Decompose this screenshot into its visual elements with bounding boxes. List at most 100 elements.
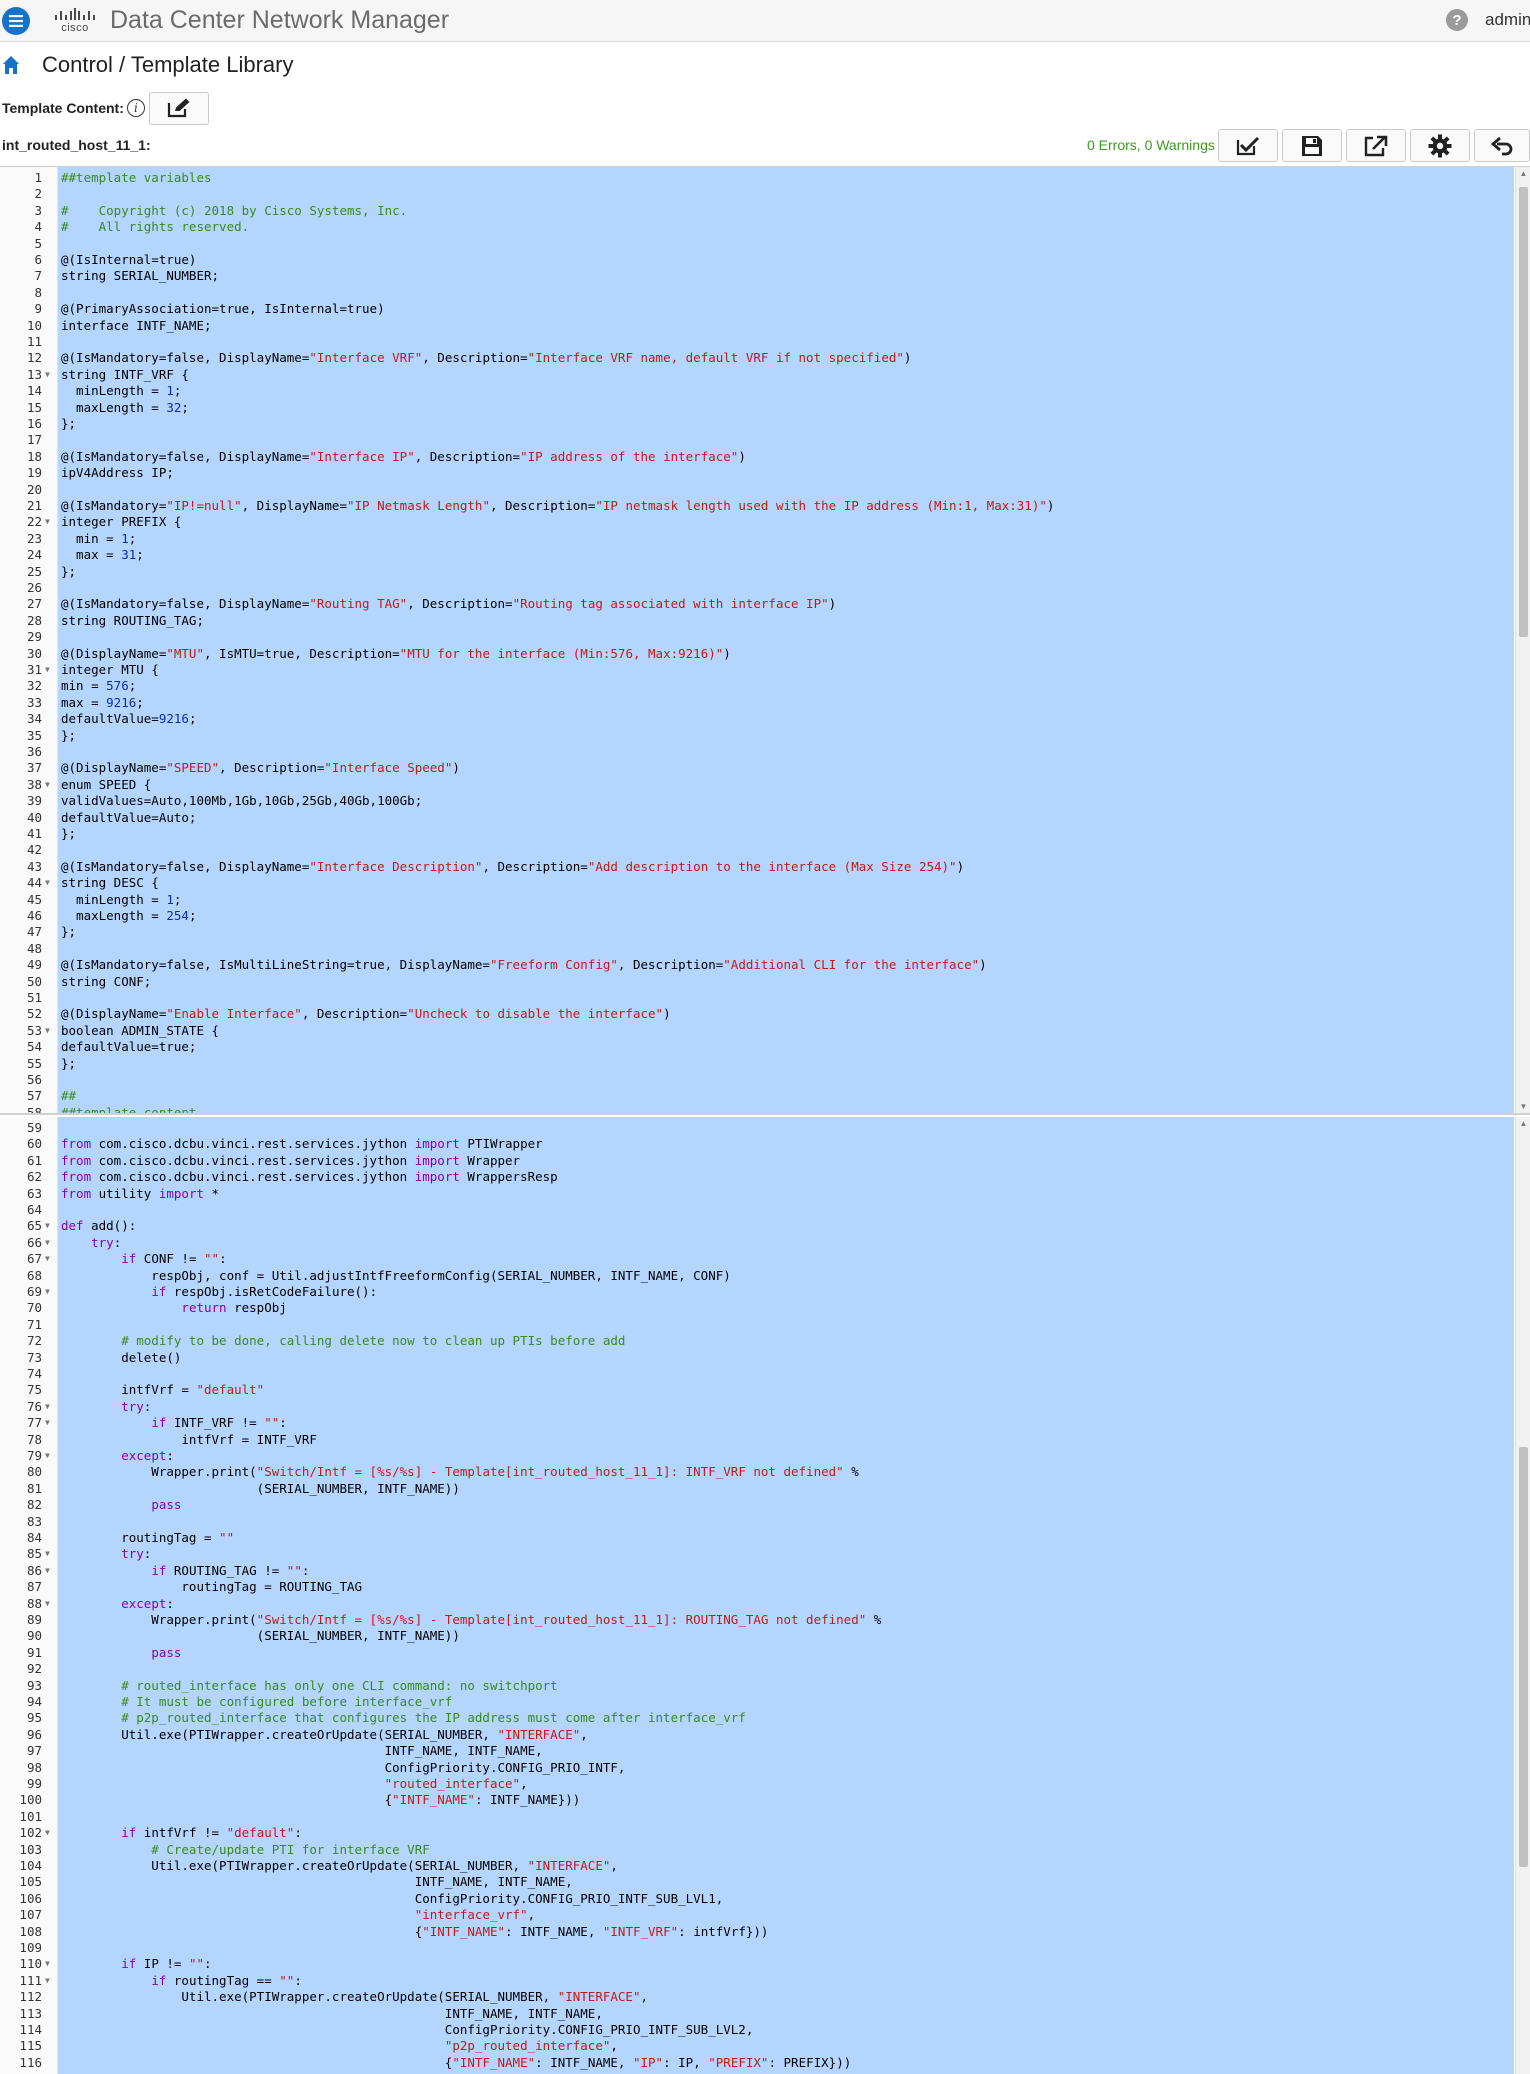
scroll-down-icon[interactable]: ▼ — [1519, 1102, 1528, 1111]
hamburger-menu-icon[interactable] — [2, 6, 30, 35]
code-line[interactable]: 105 INTF_NAME, INTF_NAME, — [0, 1874, 1515, 1890]
code-line[interactable]: 90 (SERIAL_NUMBER, INTF_NAME)) — [0, 1628, 1515, 1644]
code-line[interactable]: 83 — [0, 1514, 1515, 1530]
code-line[interactable]: 13 ▼ string INTF_VRF { — [0, 367, 1515, 383]
code-line[interactable]: 57 ## — [0, 1088, 1515, 1104]
code-line[interactable]: 84 routingTag = "" — [0, 1530, 1515, 1546]
code-line[interactable]: 88 ▼ except: — [0, 1596, 1515, 1612]
code-line[interactable]: 31 ▼ integer MTU { — [0, 662, 1515, 678]
code-line[interactable]: 106 ConfigPriority.CONFIG_PRIO_INTF_SUB_… — [0, 1891, 1515, 1907]
code-line[interactable]: 14 minLength = 1; — [0, 383, 1515, 399]
code-line[interactable]: 39 validValues=Auto,100Mb,1Gb,10Gb,25Gb,4… — [0, 793, 1515, 809]
fold-toggle-icon[interactable]: ▼ — [45, 1399, 55, 1415]
code-line[interactable]: 1 ##template variables — [0, 170, 1515, 186]
code-line[interactable]: 66 ▼ try: — [0, 1235, 1515, 1251]
code-line[interactable]: 18 @(IsMandatory=false, DisplayName="Inte… — [0, 449, 1515, 465]
code-line[interactable]: 60 from com.cisco.dcbu.vinci.rest.service… — [0, 1136, 1515, 1152]
code-line[interactable]: 62 from com.cisco.dcbu.vinci.rest.service… — [0, 1169, 1515, 1185]
code-line[interactable]: 42 — [0, 842, 1515, 858]
code-line[interactable]: 33 max = 9216; — [0, 695, 1515, 711]
code-line[interactable]: 2 — [0, 186, 1515, 202]
scrollbar-top[interactable]: ▲ ▼ — [1515, 167, 1530, 1113]
code-line[interactable]: 28 string ROUTING_TAG; — [0, 613, 1515, 629]
code-line[interactable]: 112 Util.exe(PTIWrapper.createOrUpdate(S… — [0, 1989, 1515, 2005]
code-line[interactable]: 7 string SERIAL_NUMBER; — [0, 268, 1515, 284]
code-line[interactable]: 40 defaultValue=Auto; — [0, 810, 1515, 826]
code-line[interactable]: 87 routingTag = ROUTING_TAG — [0, 1579, 1515, 1595]
code-line[interactable]: 51 — [0, 990, 1515, 1006]
code-line[interactable]: 94 # It must be configured before interf… — [0, 1694, 1515, 1710]
save-button[interactable] — [1282, 129, 1342, 162]
code-line[interactable]: 11 — [0, 334, 1515, 350]
code-line[interactable]: 64 — [0, 1202, 1515, 1218]
code-line[interactable]: 79 ▼ except: — [0, 1448, 1515, 1464]
code-line[interactable]: 44 ▼ string DESC { — [0, 875, 1515, 891]
code-line[interactable]: 73 delete() — [0, 1350, 1515, 1366]
code-line[interactable]: 74 — [0, 1366, 1515, 1382]
code-line[interactable]: 77 ▼ if INTF_VRF != "": — [0, 1415, 1515, 1431]
code-line[interactable]: 71 — [0, 1317, 1515, 1333]
code-line[interactable]: 6 @(IsInternal=true) — [0, 252, 1515, 268]
code-line[interactable]: 3 # Copyright (c) 2018 by Cisco Systems, … — [0, 203, 1515, 219]
fold-toggle-icon[interactable]: ▼ — [45, 1448, 55, 1464]
code-line[interactable]: 54 defaultValue=true; — [0, 1039, 1515, 1055]
code-line[interactable]: 97 INTF_NAME, INTF_NAME, — [0, 1743, 1515, 1759]
code-line[interactable]: 111 ▼ if routingTag == "": — [0, 1973, 1515, 1989]
code-line[interactable]: 115 "p2p_routed_interface", — [0, 2038, 1515, 2054]
fold-toggle-icon[interactable]: ▼ — [45, 875, 55, 891]
code-line[interactable]: 45 minLength = 1; — [0, 892, 1515, 908]
code-line[interactable]: 75 intfVrf = "default" — [0, 1382, 1515, 1398]
code-line[interactable]: 107 "interface_vrf", — [0, 1907, 1515, 1923]
code-line[interactable]: 67 ▼ if CONF != "": — [0, 1251, 1515, 1267]
code-line[interactable]: 100 {"INTF_NAME": INTF_NAME})) — [0, 1792, 1515, 1808]
code-line[interactable]: 116 {"INTF_NAME": INTF_NAME, "IP": IP, "… — [0, 2055, 1515, 2071]
code-line[interactable]: 92 — [0, 1661, 1515, 1677]
settings-button[interactable] — [1410, 129, 1470, 162]
code-line[interactable]: 41}; — [0, 826, 1515, 842]
code-line[interactable]: 55}; — [0, 1056, 1515, 1072]
code-line[interactable]: 102 ▼ if intfVrf != "default": — [0, 1825, 1515, 1841]
fold-toggle-icon[interactable]: ▼ — [45, 1596, 55, 1612]
code-line[interactable]: 9 @(PrimaryAssociation=true, IsInternal=t… — [0, 301, 1515, 317]
fold-toggle-icon[interactable]: ▼ — [45, 1415, 55, 1431]
code-line[interactable]: 50 string CONF; — [0, 974, 1515, 990]
code-line[interactable]: 15 maxLength = 32; — [0, 400, 1515, 416]
user-menu[interactable]: admin — [1485, 10, 1530, 30]
fold-toggle-icon[interactable]: ▼ — [45, 1546, 55, 1562]
code-line[interactable]: 76 ▼ try: — [0, 1399, 1515, 1415]
code-editor[interactable]: ▲ ▼ 1 ##template variables 2 3 # Copyright (… — [0, 166, 1530, 2074]
code-line[interactable]: 34 defaultValue=9216; — [0, 711, 1515, 727]
code-line[interactable]: 52 @(DisplayName="Enable Interface", Desc… — [0, 1006, 1515, 1022]
code-line[interactable]: 93 # routed_interface has only one CLI c… — [0, 1678, 1515, 1694]
fold-toggle-icon[interactable]: ▼ — [45, 1563, 55, 1579]
fold-toggle-icon[interactable]: ▼ — [45, 777, 55, 793]
code-line[interactable]: 35}; — [0, 728, 1515, 744]
code-line[interactable]: 20 — [0, 482, 1515, 498]
code-line[interactable]: 32 min = 576; — [0, 678, 1515, 694]
code-line[interactable]: 24 max = 31; — [0, 547, 1515, 563]
code-line[interactable]: 80 Wrapper.print("Switch/Intf = [%s/%s] … — [0, 1464, 1515, 1480]
info-icon[interactable]: i — [126, 99, 145, 117]
code-line[interactable]: 101 — [0, 1809, 1515, 1825]
scroll-up-icon[interactable]: ▲ — [1519, 169, 1528, 178]
code-line[interactable]: 103 # Create/update PTI for interface VR… — [0, 1842, 1515, 1858]
code-line[interactable]: 27 @(IsMandatory=false, DisplayName="Rout… — [0, 596, 1515, 612]
code-line[interactable]: 108 {"INTF_NAME": INTF_NAME, "INTF_VRF":… — [0, 1924, 1515, 1940]
editor-pane-top[interactable]: ▲ ▼ 1 ##template variables 2 3 # Copyright (… — [0, 167, 1530, 1115]
fold-toggle-icon[interactable]: ▼ — [45, 662, 55, 678]
code-line[interactable]: 26 — [0, 580, 1515, 596]
code-line[interactable]: 47}; — [0, 924, 1515, 940]
fold-toggle-icon[interactable]: ▼ — [45, 367, 55, 383]
scroll-up-icon[interactable]: ▲ — [1519, 1119, 1528, 1128]
fold-toggle-icon[interactable]: ▼ — [45, 1825, 55, 1841]
code-line[interactable]: 30 @(DisplayName="MTU", IsMTU=true, Descr… — [0, 646, 1515, 662]
code-line[interactable]: 43 @(IsMandatory=false, DisplayName="Inte… — [0, 859, 1515, 875]
code-line[interactable]: 19 ipV4Address IP; — [0, 465, 1515, 481]
code-line[interactable]: 99 "routed_interface", — [0, 1776, 1515, 1792]
code-line[interactable]: 61 from com.cisco.dcbu.vinci.rest.service… — [0, 1153, 1515, 1169]
code-line[interactable]: 109 — [0, 1940, 1515, 1956]
code-line[interactable]: 53 ▼ boolean ADMIN_STATE { — [0, 1023, 1515, 1039]
code-line[interactable]: 85 ▼ try: — [0, 1546, 1515, 1562]
fold-toggle-icon[interactable]: ▼ — [45, 1973, 55, 1989]
code-line[interactable]: 70 return respObj — [0, 1300, 1515, 1316]
